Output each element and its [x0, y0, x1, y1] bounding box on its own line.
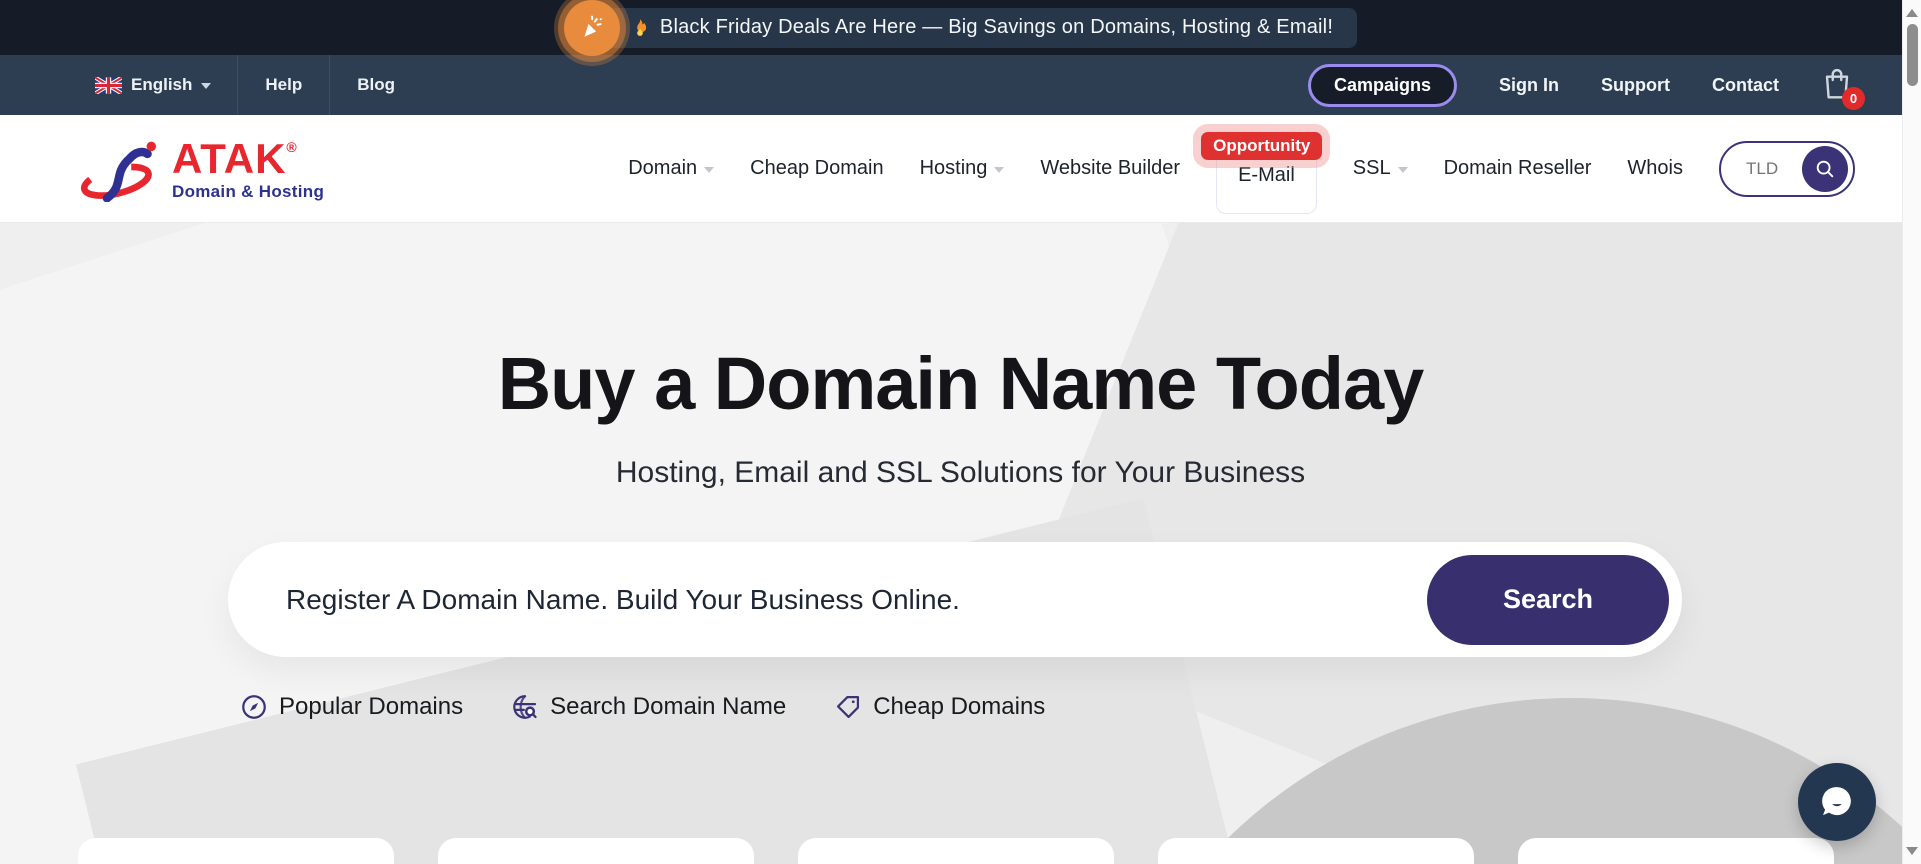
- main-navbar: ATAK ® Domain & Hosting Domain Cheap Dom…: [0, 115, 1921, 223]
- nav-item-website-builder[interactable]: Website Builder: [1040, 157, 1180, 180]
- search-domain-name-link[interactable]: Search Domain Name: [511, 693, 786, 721]
- logo-tagline: Domain & Hosting: [172, 181, 325, 201]
- campaigns-button[interactable]: Campaigns: [1307, 63, 1457, 107]
- topbar: English Help Blog Campaigns Sign In Supp…: [0, 55, 1921, 115]
- nav-label: Website Builder: [1040, 157, 1181, 179]
- nav-label: Whois: [1627, 157, 1683, 179]
- nav-menu: Domain Cheap Domain Hosting Website Buil…: [628, 131, 1855, 214]
- scroll-down-arrow[interactable]: [1906, 847, 1918, 855]
- chat-widget-button[interactable]: [1798, 763, 1876, 841]
- quick-link-label: Search Domain Name: [550, 693, 787, 720]
- topbar-left: English Help Blog: [95, 55, 422, 115]
- chat-bubble-icon: [1822, 787, 1851, 816]
- logo-text: ATAK ® Domain & Hosting: [172, 134, 325, 201]
- support-link[interactable]: Support: [1601, 75, 1670, 96]
- party-popper-icon[interactable]: [553, 0, 630, 66]
- hero-section: Buy a Domain Name Today Hosting, Email a…: [0, 223, 1921, 864]
- promo-banner-text: Black Friday Deals Are Here — Big Saving…: [659, 16, 1334, 38]
- sign-in-link[interactable]: Sign In: [1499, 75, 1559, 96]
- chevron-down-icon: [994, 167, 1005, 173]
- card: [78, 838, 394, 864]
- nav-label: Cheap Domain: [750, 157, 884, 179]
- scroll-up-arrow[interactable]: [1906, 9, 1918, 17]
- opportunity-badge: Opportunity: [1201, 131, 1323, 160]
- nav-item-ssl[interactable]: SSL: [1353, 157, 1408, 180]
- nav-label: Hosting: [919, 157, 988, 179]
- help-link[interactable]: Help: [238, 55, 331, 115]
- card: [1158, 838, 1474, 864]
- nav-label: E-Mail: [1238, 163, 1295, 186]
- promo-message-pill: Black Friday Deals Are Here — Big Saving…: [583, 7, 1358, 48]
- cheap-domains-link[interactable]: Cheap Domains: [834, 693, 1045, 721]
- registered-mark: ®: [286, 138, 297, 155]
- search-button[interactable]: Search: [1427, 554, 1669, 645]
- page-title: Buy a Domain Name Today: [497, 342, 1425, 425]
- language-label: English: [131, 75, 193, 94]
- card: [798, 838, 1114, 864]
- cart-button[interactable]: 0: [1821, 66, 1865, 110]
- nav-item-domain[interactable]: Domain: [628, 157, 715, 180]
- nav-item-whois[interactable]: Whois: [1627, 157, 1683, 180]
- scrollbar-thumb[interactable]: [1907, 24, 1918, 86]
- quick-link-label: Popular Domains: [279, 693, 464, 720]
- logo[interactable]: ATAK ® Domain & Hosting: [80, 136, 324, 202]
- tld-search: [1719, 140, 1855, 197]
- chevron-down-icon: [704, 167, 715, 173]
- nav-item-cheap-domain[interactable]: Cheap Domain: [750, 157, 883, 180]
- promo-banner: Black Friday Deals Are Here — Big Saving…: [0, 0, 1921, 66]
- nav-item-domain-reseller[interactable]: Domain Reseller: [1444, 157, 1592, 180]
- quick-link-label: Cheap Domains: [873, 693, 1046, 720]
- contact-link[interactable]: Contact: [1712, 75, 1779, 96]
- chevron-down-icon: [1397, 167, 1408, 173]
- tag-icon: [837, 695, 860, 719]
- card: [1518, 838, 1834, 864]
- nav-item-hosting[interactable]: Hosting: [920, 157, 1005, 180]
- cart-count-badge: 0: [1842, 87, 1865, 110]
- compass-icon: [242, 695, 266, 719]
- language-switcher[interactable]: English: [95, 55, 239, 115]
- chevron-down-icon: [201, 83, 212, 89]
- tld-search-input[interactable]: [1746, 158, 1794, 179]
- nav-label: SSL: [1352, 157, 1391, 179]
- tld-search-button[interactable]: [1802, 145, 1848, 192]
- party-popper-icon-circle: [563, 0, 620, 56]
- uk-flag-icon: [95, 76, 122, 94]
- nav-label: Domain: [628, 157, 698, 179]
- domain-search-input[interactable]: [228, 542, 1427, 657]
- quick-links: Popular Domains Search Domain Name Cheap…: [240, 693, 1921, 721]
- popular-domains-link[interactable]: Popular Domains: [240, 693, 463, 721]
- fire-icon: [637, 18, 647, 36]
- domain-search-bar: Search: [228, 542, 1682, 657]
- cards-row: [78, 838, 1834, 864]
- scrollbar[interactable]: [1902, 0, 1921, 864]
- topbar-right: Campaigns Sign In Support Contact 0: [1307, 63, 1865, 110]
- blog-link[interactable]: Blog: [330, 55, 422, 115]
- nav-item-email[interactable]: Opportunity E-Mail: [1201, 131, 1323, 214]
- search-icon: [1816, 160, 1834, 177]
- search-globe-icon: [513, 695, 537, 719]
- nav-label: Domain Reseller: [1443, 157, 1592, 179]
- page-subtitle: Hosting, Email and SSL Solutions for You…: [615, 456, 1306, 489]
- logo-mark-icon: [80, 141, 156, 202]
- logo-brand: ATAK: [172, 134, 287, 182]
- hero-content: Buy a Domain Name Today Hosting, Email a…: [0, 341, 1921, 721]
- page: Black Friday Deals Are Here — Big Saving…: [0, 0, 1921, 864]
- card: [438, 838, 754, 864]
